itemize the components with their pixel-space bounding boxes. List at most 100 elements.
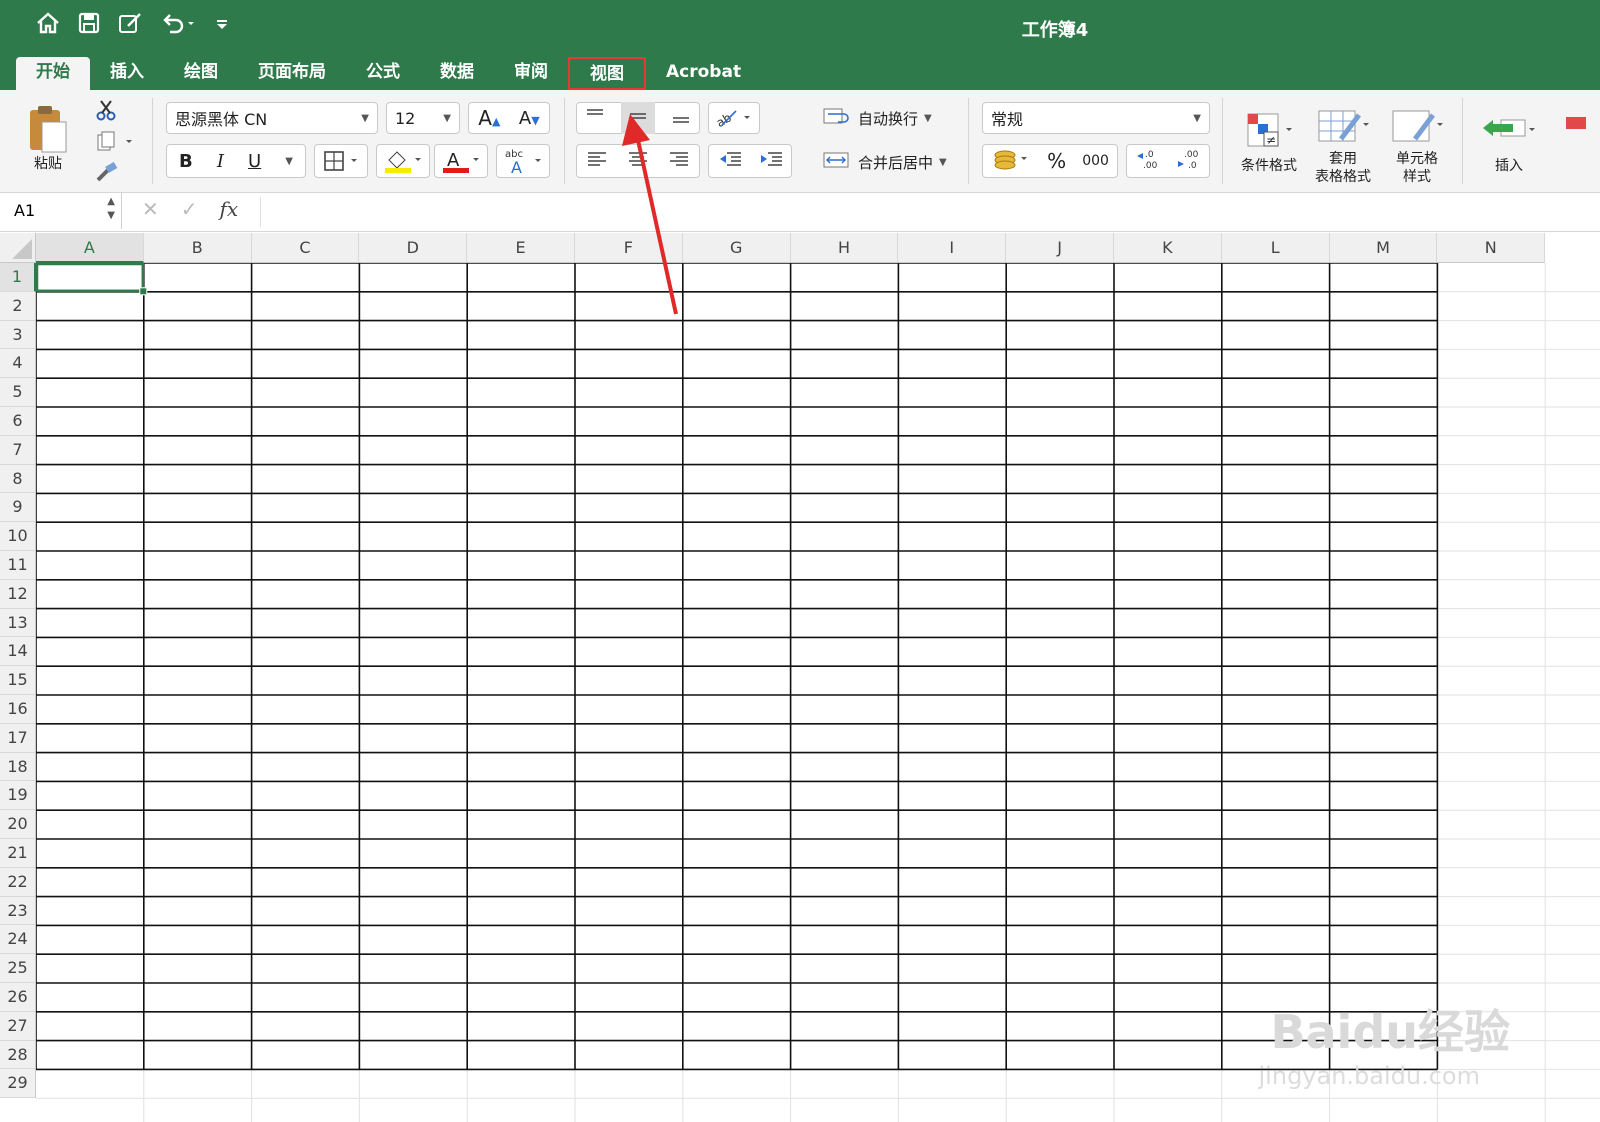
column-header[interactable]: F — [575, 233, 683, 263]
row-header[interactable]: 19 — [0, 781, 36, 811]
column-header[interactable]: L — [1221, 233, 1330, 263]
table-format-button[interactable]: 套用 表格格式 — [1308, 100, 1378, 190]
increase-decimal-icon[interactable]: .0.00 — [1133, 147, 1163, 175]
row-header[interactable]: 6 — [0, 407, 36, 436]
align-left-icon[interactable] — [586, 149, 608, 173]
spin-icon[interactable]: ▲ ▼ — [107, 195, 115, 223]
align-bottom-icon[interactable] — [670, 106, 692, 130]
italic-button[interactable]: I — [217, 151, 224, 172]
cell-style-button[interactable]: 单元格 样式 — [1382, 100, 1452, 190]
cell-area[interactable] — [36, 263, 1600, 1122]
format-painter-icon[interactable] — [92, 160, 120, 186]
row-header[interactable]: 11 — [0, 551, 36, 580]
tab-draw[interactable]: 绘图 — [164, 57, 238, 90]
tab-insert[interactable]: 插入 — [90, 57, 164, 90]
select-all-corner[interactable] — [0, 233, 36, 263]
row-header[interactable]: 7 — [0, 435, 36, 465]
column-header[interactable]: E — [467, 233, 575, 263]
align-right-icon[interactable] — [668, 149, 690, 173]
font-name-select[interactable]: 思源黑体 CN ▼ — [166, 102, 378, 134]
column-header[interactable]: N — [1437, 233, 1546, 263]
row-header[interactable]: 10 — [0, 522, 36, 551]
bold-button[interactable]: B — [179, 151, 193, 172]
delete-cells-icon[interactable] — [1552, 108, 1600, 138]
tab-review[interactable]: 审阅 — [494, 57, 568, 90]
fill-handle[interactable] — [139, 287, 148, 296]
paste-button[interactable]: 粘贴 — [18, 98, 78, 178]
row-header[interactable]: 9 — [0, 493, 36, 523]
currency-icon[interactable] — [991, 147, 1031, 175]
align-center-icon[interactable] — [627, 149, 649, 173]
row-header[interactable]: 23 — [0, 896, 36, 926]
fill-color-button[interactable] — [376, 144, 430, 178]
conditional-format-button[interactable]: ≠ 条件格式 — [1234, 100, 1304, 184]
row-header[interactable]: 3 — [0, 320, 36, 350]
row-header[interactable]: 25 — [0, 954, 36, 983]
tab-acrobat[interactable]: Acrobat — [646, 57, 761, 90]
spreadsheet-grid[interactable]: ABCDEFGHIJKLMN 1 2 3 4 5 6 7 8 9 10 11 12 13 14 15 16 17… — [0, 233, 1600, 1122]
row-header[interactable]: 22 — [0, 867, 36, 897]
row-header[interactable]: 18 — [0, 752, 36, 782]
number-format-select[interactable]: 常规 ▼ — [982, 102, 1210, 134]
row-header[interactable]: 24 — [0, 925, 36, 955]
row-header[interactable]: 28 — [0, 1040, 36, 1070]
chevron-down-icon[interactable]: ▼ — [285, 156, 293, 167]
copy-icon[interactable] — [92, 128, 136, 156]
phonetic-button[interactable]: abc A — [496, 144, 550, 178]
underline-button[interactable]: U — [248, 151, 261, 172]
percent-button[interactable]: % — [1047, 149, 1066, 173]
tab-formulas[interactable]: 公式 — [346, 57, 420, 90]
align-top-icon[interactable] — [584, 106, 606, 130]
selected-cell-a1[interactable] — [36, 263, 145, 293]
column-header[interactable]: H — [790, 233, 899, 263]
wrap-text-button[interactable]: 自动换行 ▼ — [822, 102, 948, 134]
row-header[interactable]: 16 — [0, 695, 36, 724]
increase-font-icon[interactable]: A▲ — [478, 106, 500, 130]
column-header[interactable]: G — [682, 233, 791, 263]
row-header[interactable]: 5 — [0, 378, 36, 407]
column-header[interactable]: D — [359, 233, 468, 263]
row-header[interactable]: 27 — [0, 1011, 36, 1041]
decrease-decimal-icon[interactable]: .00.0 — [1174, 147, 1204, 175]
formula-input[interactable] — [260, 197, 1591, 227]
merge-center-button[interactable]: 合并后居中 ▼ — [822, 146, 958, 178]
thousands-button[interactable]: 000 — [1082, 153, 1109, 169]
column-header[interactable]: K — [1114, 233, 1222, 263]
row-header[interactable]: 15 — [0, 666, 36, 695]
tab-page-layout[interactable]: 页面布局 — [238, 57, 346, 90]
column-header[interactable]: C — [251, 233, 360, 263]
cancel-icon[interactable]: ✕ — [142, 197, 159, 221]
decrease-indent-icon[interactable] — [717, 149, 743, 173]
column-header[interactable]: A — [36, 233, 144, 263]
row-header[interactable]: 1 — [0, 263, 36, 292]
row-header[interactable]: 13 — [0, 608, 36, 638]
name-box[interactable]: A1 ▲ ▼ — [0, 193, 122, 229]
row-header[interactable]: 20 — [0, 810, 36, 839]
insert-cells-button[interactable]: 插入 — [1474, 100, 1544, 184]
row-header[interactable]: 26 — [0, 983, 36, 1012]
increase-indent-icon[interactable] — [758, 149, 784, 173]
row-header[interactable]: 17 — [0, 723, 36, 753]
orientation-button[interactable]: ab — [708, 102, 760, 134]
row-header[interactable]: 8 — [0, 464, 36, 494]
column-header[interactable]: J — [1006, 233, 1114, 263]
row-header[interactable]: 2 — [0, 291, 36, 321]
scissors-icon[interactable] — [92, 96, 120, 124]
align-middle-icon[interactable] — [620, 102, 655, 134]
row-header[interactable]: 21 — [0, 839, 36, 868]
tab-view[interactable]: 视图 — [568, 57, 646, 90]
fx-icon[interactable]: fx — [220, 197, 239, 221]
tab-home[interactable]: 开始 — [16, 57, 90, 90]
tab-data[interactable]: 数据 — [420, 57, 494, 90]
column-header[interactable]: I — [898, 233, 1007, 263]
row-header[interactable]: 29 — [0, 1069, 36, 1099]
row-header[interactable]: 12 — [0, 579, 36, 609]
font-size-select[interactable]: 12 ▼ — [386, 102, 460, 134]
row-header[interactable]: 14 — [0, 637, 36, 667]
column-header[interactable]: B — [143, 233, 252, 263]
decrease-font-icon[interactable]: A▼ — [519, 108, 540, 129]
column-header[interactable]: M — [1329, 233, 1438, 263]
confirm-icon[interactable]: ✓ — [181, 197, 198, 221]
row-header[interactable]: 4 — [0, 349, 36, 379]
font-color-button[interactable]: A — [434, 144, 488, 178]
